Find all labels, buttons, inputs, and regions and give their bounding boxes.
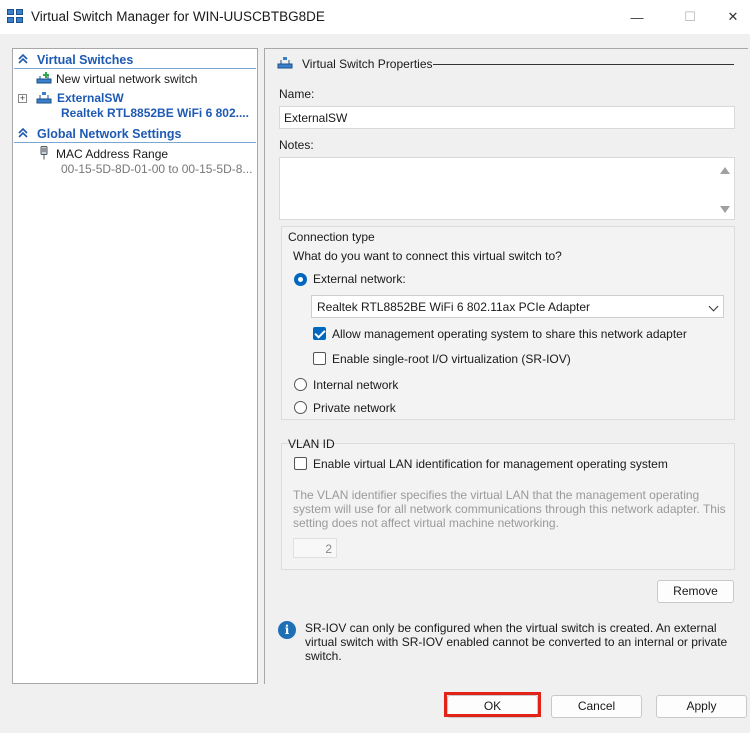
sriov-checkbox[interactable]: [313, 352, 326, 365]
switch-tree[interactable]: Virtual Switches New virtual network swi…: [12, 48, 258, 684]
adapter-selected-value: Realtek RTL8852BE WiFi 6 802.11ax PCIe A…: [317, 300, 591, 314]
private-network-radio[interactable]: [294, 401, 307, 414]
vlan-description: The VLAN identifier specifies the virtua…: [293, 488, 726, 530]
collapse-chevron-icon[interactable]: [18, 128, 28, 138]
expand-icon[interactable]: +: [18, 94, 27, 103]
name-input-value: ExternalSW: [284, 111, 348, 125]
tree-header-virtual-switches[interactable]: Virtual Switches: [14, 51, 256, 69]
network-plug-icon: [40, 146, 48, 160]
external-network-label[interactable]: External network:: [313, 272, 406, 286]
tree-item-new-switch[interactable]: New virtual network switch: [14, 70, 256, 88]
name-label: Name:: [279, 87, 315, 101]
apply-button[interactable]: Apply: [656, 695, 747, 718]
private-network-label[interactable]: Private network: [313, 401, 396, 415]
new-switch-label: New virtual network switch: [56, 72, 198, 86]
vlan-id-value: 2: [325, 542, 332, 556]
network-switch-icon: [36, 92, 52, 104]
connection-question: What do you want to connect this virtual…: [293, 249, 562, 263]
notes-textarea[interactable]: [279, 157, 735, 220]
section-divider: [433, 64, 734, 65]
tree-item-externalsw[interactable]: + ExternalSW Realtek RTL8852BE WiFi 6 80…: [14, 89, 256, 123]
tree-header-label: Global Network Settings: [37, 127, 182, 141]
ok-button-highlight: [444, 692, 541, 717]
connection-type-title: Connection type: [288, 230, 375, 244]
virtual-switch-manager-icon: [7, 9, 23, 23]
remove-button[interactable]: Remove: [657, 580, 734, 603]
collapse-chevron-icon[interactable]: [18, 54, 28, 64]
scroll-down-arrow-icon[interactable]: [720, 206, 730, 213]
mac-range-label: MAC Address Range: [56, 147, 169, 161]
network-switch-icon: [277, 57, 293, 69]
vlan-id-input: 2: [293, 538, 337, 558]
tree-item-mac-range[interactable]: MAC Address Range 00-15-5D-8D-01-00 to 0…: [14, 145, 256, 179]
scroll-up-arrow-icon[interactable]: [720, 167, 730, 174]
sriov-label[interactable]: Enable single-root I/O virtualization (S…: [332, 352, 571, 366]
info-icon: i: [278, 621, 296, 639]
allow-mgmt-checkbox[interactable]: [313, 327, 326, 340]
switch-adapter-label: Realtek RTL8852BE WiFi 6 802....: [61, 106, 249, 120]
switch-name-label: ExternalSW: [57, 91, 124, 105]
tree-header-label: Virtual Switches: [37, 53, 134, 67]
vlan-enable-label[interactable]: Enable virtual LAN identification for ma…: [313, 457, 668, 471]
allow-mgmt-label[interactable]: Allow management operating system to sha…: [332, 327, 687, 341]
title-bar: Virtual Switch Manager for WIN-UUSCBTBG8…: [0, 0, 750, 34]
minimize-button[interactable]: —: [614, 0, 660, 34]
internal-network-radio[interactable]: [294, 378, 307, 391]
maximize-button[interactable]: ☐: [667, 0, 713, 34]
network-adapter-select[interactable]: Realtek RTL8852BE WiFi 6 802.11ax PCIe A…: [311, 295, 724, 318]
close-button[interactable]: ✕: [710, 0, 750, 34]
cancel-button[interactable]: Cancel: [551, 695, 642, 718]
external-network-radio[interactable]: [294, 273, 307, 286]
chevron-down-icon[interactable]: [708, 301, 719, 312]
vlan-enable-checkbox[interactable]: [294, 457, 307, 470]
notes-label: Notes:: [279, 138, 314, 152]
mac-range-value: 00-15-5D-8D-01-00 to 00-15-5D-8...: [61, 162, 253, 176]
window-title: Virtual Switch Manager for WIN-UUSCBTBG8…: [31, 9, 325, 24]
tree-header-global-settings[interactable]: Global Network Settings: [14, 125, 256, 143]
section-title: Virtual Switch Properties: [302, 57, 433, 71]
name-input[interactable]: ExternalSW: [279, 106, 735, 129]
new-switch-icon: [36, 72, 52, 84]
vlan-title: VLAN ID: [288, 437, 335, 451]
sriov-info-text: SR-IOV can only be configured when the v…: [305, 621, 728, 663]
internal-network-label[interactable]: Internal network: [313, 378, 398, 392]
